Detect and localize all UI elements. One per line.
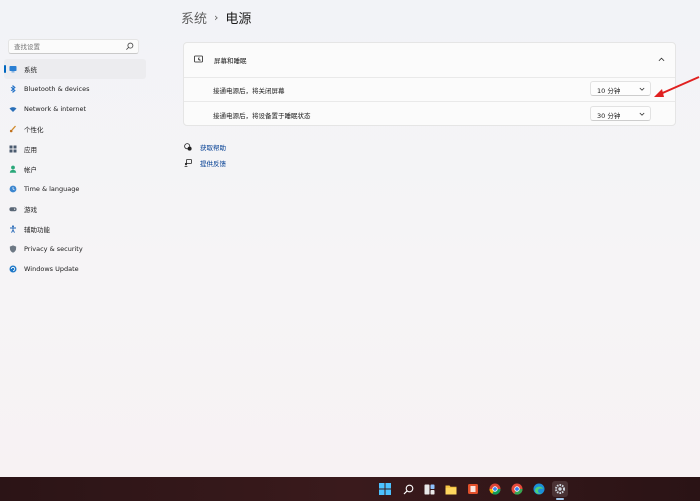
chrome-icon[interactable] xyxy=(487,481,503,497)
chevron-down-icon xyxy=(639,112,645,116)
sidebar-item-label: 个性化 xyxy=(24,126,44,134)
screen-sleep-card: 屏幕和睡眠 接通电源后，将关闭屏幕 10 分钟 接通电源后，将设备置于睡眠状态 … xyxy=(183,42,676,126)
shield-icon xyxy=(9,245,17,253)
brush-icon xyxy=(9,125,17,133)
screen-off-dropdown[interactable]: 10 分钟 xyxy=(590,81,651,96)
settings-icon[interactable] xyxy=(552,481,568,497)
search-input[interactable] xyxy=(9,40,124,53)
sidebar-item-time-language[interactable]: Time & language xyxy=(4,179,146,199)
sidebar-item-label: Network & internet xyxy=(24,105,87,113)
sidebar-item-privacy[interactable]: Privacy & security xyxy=(4,239,146,259)
active-indicator xyxy=(4,65,6,73)
sleep-row: 接通电源后，将设备置于睡眠状态 30 分钟 xyxy=(184,102,675,126)
sidebar-nav: 系统 Bluetooth & devices Network & interne… xyxy=(0,59,148,279)
sidebar-item-gaming[interactable]: 游戏 xyxy=(4,199,146,219)
sidebar-item-label: 帐户 xyxy=(24,166,37,174)
page-title: 电源 xyxy=(225,12,252,27)
sidebar-item-label: Time & language xyxy=(24,185,80,193)
sleep-label: 接通电源后，将设备置于睡眠状态 xyxy=(213,112,311,120)
sidebar-item-label: 应用 xyxy=(24,146,37,154)
sleep-dropdown[interactable]: 30 分钟 xyxy=(590,106,651,121)
gamepad-icon xyxy=(9,205,17,213)
person-icon xyxy=(9,165,17,173)
settings-window: 系统 › 电源 系统 Bluetooth & devices xyxy=(0,0,700,477)
screen-sleep-icon xyxy=(194,55,203,63)
sidebar-item-label: 系统 xyxy=(24,66,37,74)
task-view-icon[interactable] xyxy=(421,481,437,497)
sidebar-item-network[interactable]: Network & internet xyxy=(4,99,146,119)
annotation-arrow xyxy=(654,76,700,97)
chevron-down-icon xyxy=(639,87,645,91)
breadcrumb-separator: › xyxy=(214,11,219,24)
sleep-value: 30 分钟 xyxy=(597,112,621,120)
file-explorer-icon[interactable] xyxy=(443,481,459,497)
sidebar-item-accounts[interactable]: 帐户 xyxy=(4,159,146,179)
screen-off-value: 10 分钟 xyxy=(597,87,621,95)
sidebar-item-personalization[interactable]: 个性化 xyxy=(4,119,146,139)
office-icon[interactable] xyxy=(465,481,481,497)
apps-icon xyxy=(9,145,17,153)
edge-icon[interactable] xyxy=(531,481,547,497)
settings-search-box[interactable] xyxy=(8,39,139,54)
wifi-icon xyxy=(9,105,17,113)
monitor-icon xyxy=(9,65,17,73)
search-icon[interactable] xyxy=(125,42,134,51)
screen-off-label: 接通电源后，将关闭屏幕 xyxy=(213,87,285,95)
sidebar-item-accessibility[interactable]: 辅助功能 xyxy=(4,219,146,239)
get-help-label[interactable]: 获取帮助 xyxy=(200,142,226,152)
taskbar xyxy=(0,477,700,501)
breadcrumb: 系统 › 电源 xyxy=(181,8,251,27)
chevron-up-icon[interactable] xyxy=(658,56,665,63)
search-icon[interactable] xyxy=(400,481,416,497)
update-icon xyxy=(9,265,17,273)
bluetooth-icon xyxy=(9,85,17,93)
sidebar-item-apps[interactable]: 应用 xyxy=(4,139,146,159)
sidebar-item-label: 游戏 xyxy=(24,206,37,214)
sidebar-item-label: Windows Update xyxy=(24,265,79,273)
sidebar-item-bluetooth[interactable]: Bluetooth & devices xyxy=(4,79,146,99)
screen-sleep-header[interactable]: 屏幕和睡眠 xyxy=(184,43,675,78)
screen-off-row: 接通电源后，将关闭屏幕 10 分钟 xyxy=(184,77,675,102)
feedback-icon xyxy=(184,159,192,167)
get-help-link[interactable]: 获取帮助 xyxy=(184,142,226,152)
chrome-alt-icon[interactable] xyxy=(509,481,525,497)
give-feedback-link[interactable]: 提供反馈 xyxy=(184,158,226,168)
give-feedback-label[interactable]: 提供反馈 xyxy=(200,158,226,168)
card-title: 屏幕和睡眠 xyxy=(214,57,247,65)
sidebar-item-label: Bluetooth & devices xyxy=(24,85,90,93)
sidebar-item-label: 辅助功能 xyxy=(24,226,50,234)
accessibility-icon xyxy=(9,225,17,233)
breadcrumb-parent[interactable]: 系统 xyxy=(181,8,207,27)
globe-clock-icon xyxy=(9,185,17,193)
sidebar-item-windows-update[interactable]: Windows Update xyxy=(4,259,146,279)
help-icon xyxy=(184,143,192,151)
sidebar-item-system[interactable]: 系统 xyxy=(4,59,146,79)
start-icon[interactable] xyxy=(377,481,393,497)
sidebar-item-label: Privacy & security xyxy=(24,245,83,253)
active-app-indicator xyxy=(556,498,564,500)
